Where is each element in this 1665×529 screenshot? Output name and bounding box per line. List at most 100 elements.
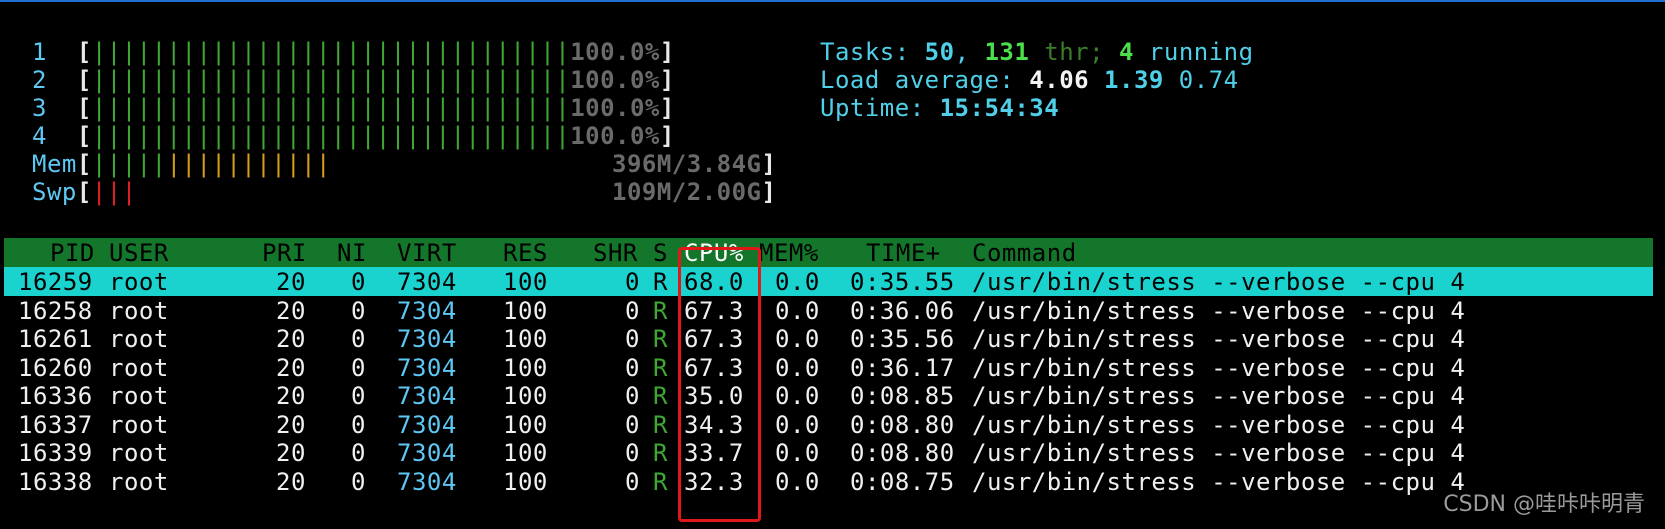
cell-res: 100 xyxy=(503,467,548,496)
cell-time: 0:35.55 xyxy=(850,268,955,296)
cpu-meter-2: 2 [||||||||||||||||||||||||||||||||100.0… xyxy=(32,66,675,94)
cell-pri: 20 xyxy=(276,325,306,353)
cpu-meter-4: 4 [||||||||||||||||||||||||||||||||100.0… xyxy=(32,122,675,150)
process-row[interactable]: 16260 root 20 0 7304 100 0 R 67.3 0.0 0:36.17/usr/… xyxy=(0,353,1665,382)
tasks-summary: Tasks: 50, 131 thr; 4 running xyxy=(820,38,1254,66)
cell-command: /usr/bin/stress --verbose --cpu 4 xyxy=(972,467,1466,496)
cell-res: 100 xyxy=(503,439,548,467)
column-pid[interactable]: PID xyxy=(50,238,95,268)
column-ni[interactable]: NI xyxy=(337,238,367,268)
cell-mem: 0.0 xyxy=(775,410,820,439)
cell-state: R xyxy=(653,382,668,410)
cell-ni: 0 xyxy=(351,268,366,296)
column-command[interactable]: Command xyxy=(972,238,1077,268)
cell-command: /usr/bin/stress --verbose --cpu 4 xyxy=(972,268,1466,296)
cell-pid: 16337 xyxy=(18,410,93,439)
cell-time: 0:08.85 xyxy=(850,382,955,410)
cell-shr: 0 xyxy=(625,325,640,353)
memory-meter-value: 396M/3.84G] xyxy=(612,150,777,178)
cell-virt: 7304 xyxy=(397,353,457,382)
cell-pid: 16259 xyxy=(18,268,93,296)
cell-shr: 0 xyxy=(625,296,640,325)
cell-state: R xyxy=(653,325,668,353)
cell-ni: 0 xyxy=(351,353,366,382)
cell-shr: 0 xyxy=(625,467,640,496)
cell-shr: 0 xyxy=(625,268,640,296)
memory-meter: Mem[|||||||||||||||| xyxy=(32,150,332,178)
cell-command: /usr/bin/stress --verbose --cpu 4 xyxy=(972,410,1466,439)
cell-user: root xyxy=(109,268,169,296)
cell-res: 100 xyxy=(503,410,548,439)
cell-user: root xyxy=(109,382,169,410)
uptime: Uptime: 15:54:34 xyxy=(820,94,1060,122)
column-time[interactable]: TIME+ xyxy=(866,238,941,268)
cell-pri: 20 xyxy=(276,353,306,382)
cpu-column-highlight-box xyxy=(678,247,761,522)
cell-mem: 0.0 xyxy=(775,325,820,353)
cell-time: 0:35.56 xyxy=(850,325,955,353)
cell-user: root xyxy=(109,439,169,467)
cell-command: /usr/bin/stress --verbose --cpu 4 xyxy=(972,382,1466,410)
cell-time: 0:36.06 xyxy=(850,296,955,325)
cell-pid: 16260 xyxy=(18,353,93,382)
process-row[interactable]: 16259 root 20 0 7304 100 0 R 68.0 0.0 0:35.55/usr/… xyxy=(0,267,1665,296)
process-row[interactable]: 16339 root 20 0 7304 100 0 R 33.7 0.0 0:08.80/usr/… xyxy=(0,438,1665,467)
cell-ni: 0 xyxy=(351,325,366,353)
cell-user: root xyxy=(109,353,169,382)
column-user[interactable]: USER xyxy=(109,238,169,268)
cell-pri: 20 xyxy=(276,382,306,410)
load-average: Load average: 4.06 1.39 0.74 xyxy=(820,66,1239,94)
column-state[interactable]: S xyxy=(653,238,668,268)
cell-command: /usr/bin/stress --verbose --cpu 4 xyxy=(972,439,1466,467)
cell-mem: 0.0 xyxy=(775,268,820,296)
cell-state: R xyxy=(653,296,668,325)
watermark: CSDN @哇咔咔明青 xyxy=(1443,492,1645,517)
cell-state: R xyxy=(653,268,668,296)
process-row[interactable]: 16261 root 20 0 7304 100 0 R 67.3 0.0 0:35.56/usr/… xyxy=(0,324,1665,353)
cell-res: 100 xyxy=(503,296,548,325)
cell-pid: 16338 xyxy=(18,467,93,496)
cell-shr: 0 xyxy=(625,439,640,467)
column-virt[interactable]: VIRT xyxy=(397,238,457,268)
cpu-meter-1: 1 [||||||||||||||||||||||||||||||||100.0… xyxy=(32,38,675,66)
cell-command: /usr/bin/stress --verbose --cpu 4 xyxy=(972,325,1466,353)
cell-res: 100 xyxy=(503,268,548,296)
process-row[interactable]: 16258 root 20 0 7304 100 0 R 67.3 0.0 0:36.06/usr/… xyxy=(0,296,1665,325)
cell-mem: 0.0 xyxy=(775,382,820,410)
cell-time: 0:08.80 xyxy=(850,410,955,439)
cell-mem: 0.0 xyxy=(775,353,820,382)
cell-ni: 0 xyxy=(351,410,366,439)
cell-virt: 7304 xyxy=(397,325,457,353)
swap-meter: Swp[||| xyxy=(32,178,137,206)
cell-mem: 0.0 xyxy=(775,467,820,496)
cell-res: 100 xyxy=(503,353,548,382)
cell-state: R xyxy=(653,467,668,496)
cell-pid: 16339 xyxy=(18,439,93,467)
process-table-header xyxy=(4,238,1653,268)
column-pri[interactable]: PRI xyxy=(262,238,307,268)
column-shr[interactable]: SHR xyxy=(593,238,638,268)
cell-virt: 7304 xyxy=(397,467,457,496)
cell-user: root xyxy=(109,296,169,325)
cell-time: 0:08.80 xyxy=(850,439,955,467)
cell-command: /usr/bin/stress --verbose --cpu 4 xyxy=(972,353,1466,382)
cell-state: R xyxy=(653,410,668,439)
cell-res: 100 xyxy=(503,382,548,410)
process-row[interactable]: 16338 root 20 0 7304 100 0 R 32.3 0.0 0:08.75/usr/… xyxy=(0,467,1665,496)
cell-state: R xyxy=(653,439,668,467)
process-row[interactable]: 16336 root 20 0 7304 100 0 R 35.0 0.0 0:08.85/usr/… xyxy=(0,381,1665,410)
process-row[interactable]: 16337 root 20 0 7304 100 0 R 34.3 0.0 0:08.80/usr/… xyxy=(0,410,1665,439)
htop-terminal: 1 [||||||||||||||||||||||||||||||||100.0… xyxy=(0,0,1665,529)
column-mem-percent[interactable]: MEM% xyxy=(759,238,819,268)
cell-time: 0:36.17 xyxy=(850,353,955,382)
cell-time: 0:08.75 xyxy=(850,467,955,496)
cell-command: /usr/bin/stress --verbose --cpu 4 xyxy=(972,296,1466,325)
cell-virt: 7304 xyxy=(397,268,457,296)
cell-pid: 16261 xyxy=(18,325,93,353)
cell-ni: 0 xyxy=(351,296,366,325)
cell-pid: 16258 xyxy=(18,296,93,325)
cell-shr: 0 xyxy=(625,382,640,410)
cell-state: R xyxy=(653,353,668,382)
cell-mem: 0.0 xyxy=(775,296,820,325)
column-res[interactable]: RES xyxy=(503,238,548,268)
